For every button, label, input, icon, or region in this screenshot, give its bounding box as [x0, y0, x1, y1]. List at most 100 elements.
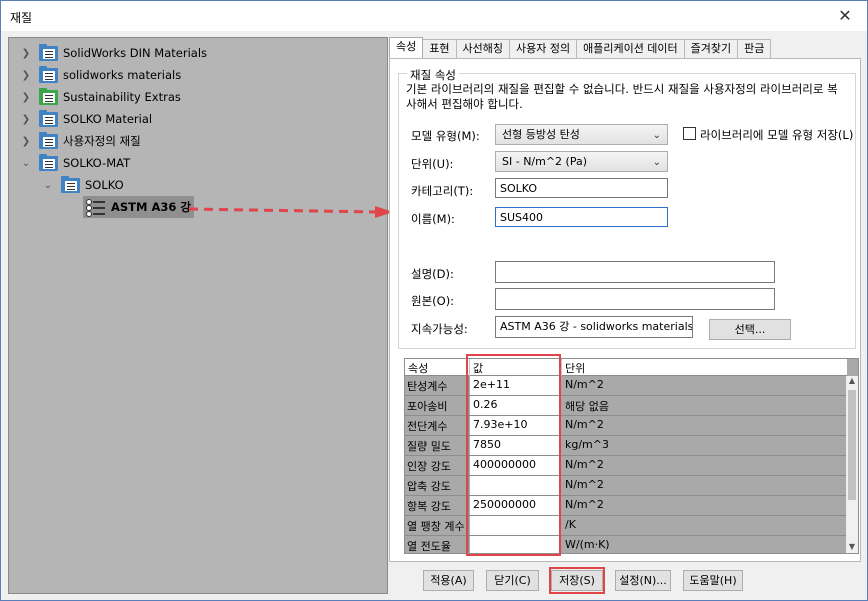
tab-custom[interactable]: 사용자 정의 — [508, 39, 578, 58]
category-label: 카테고리(T): — [411, 184, 474, 198]
scroll-thumb[interactable] — [848, 390, 856, 500]
material-list-icon — [86, 198, 106, 217]
description-label: 설명(D): — [411, 267, 454, 281]
material-tree: ❯ SolidWorks DIN Materials ❯ solidworks … — [8, 37, 388, 594]
save-model-type-checkbox[interactable] — [683, 127, 696, 140]
close-button[interactable]: 닫기(C) — [486, 570, 539, 591]
tree-item-solko-mat[interactable]: ⌄ SOLKO-MAT — [19, 152, 130, 174]
units-select[interactable]: SI - N/m^2 (Pa) ⌄ — [495, 151, 668, 172]
save-model-type-label: 라이브러리에 모델 유형 저장(L) — [700, 128, 854, 142]
properties-panel: 재질 속성 기본 라이브러리의 재질을 편집할 수 없습니다. 반드시 재질을 … — [389, 58, 861, 562]
source-label: 원본(O): — [411, 294, 455, 308]
library-folder-icon — [39, 65, 58, 84]
annotation-arrow — [188, 206, 393, 218]
units-value: SI - N/m^2 (Pa) — [502, 155, 588, 168]
row-property: 인장 강도 — [405, 456, 469, 475]
tree-item-label: 사용자정의 재질 — [63, 134, 141, 148]
tree-item-label: ASTM A36 강 — [111, 200, 191, 214]
chevron-right-icon[interactable]: ❯ — [19, 92, 33, 103]
row-unit: kg/m^3 — [565, 438, 609, 451]
row-property: 열 전도율 — [405, 536, 469, 553]
row-unit: 해당 없음 — [565, 400, 609, 413]
model-type-value: 선형 등방성 탄성 — [502, 128, 580, 141]
table-scrollbar[interactable]: ▲ ▼ — [846, 376, 858, 553]
tree-item-label: SOLKO Material — [63, 112, 153, 126]
apply-button[interactable]: 적용(A) — [423, 570, 474, 591]
tab-appearance[interactable]: 표현 — [422, 39, 457, 58]
tree-item-sustainability[interactable]: ❯ Sustainability Extras — [19, 86, 181, 108]
tree-item-astm-a36[interactable]: ASTM A36 강 — [83, 196, 194, 218]
tab-properties[interactable]: 속성 — [389, 37, 424, 58]
row-unit: N/m^2 — [565, 498, 604, 511]
tab-crosshatch[interactable]: 사선해칭 — [455, 39, 510, 58]
library-folder-icon — [39, 43, 58, 62]
description-field[interactable] — [495, 261, 775, 283]
help-button[interactable]: 도움말(H) — [683, 570, 743, 591]
tree-item-solko[interactable]: ⌄ SOLKO — [41, 174, 124, 196]
chevron-right-icon[interactable]: ❯ — [19, 70, 33, 81]
value-column-highlight — [466, 354, 561, 556]
row-property: 열 팽창 계수 — [405, 516, 469, 535]
chevron-down-icon: ⌄ — [652, 130, 661, 141]
units-label: 단위(U): — [411, 157, 454, 171]
tree-item-custom-materials[interactable]: ❯ 사용자정의 재질 — [19, 130, 141, 152]
selected-item[interactable]: ASTM A36 강 — [83, 196, 194, 218]
tree-item-solidworks-materials[interactable]: ❯ solidworks materials — [19, 64, 181, 86]
edit-note: 기본 라이브러리의 재질을 편집할 수 없습니다. 반드시 재질을 사용자정의 … — [406, 82, 838, 111]
category-field[interactable]: SOLKO — [495, 178, 668, 198]
chevron-right-icon[interactable]: ❯ — [19, 48, 33, 59]
chevron-right-icon[interactable]: ❯ — [19, 114, 33, 125]
save-button-highlight — [549, 567, 605, 594]
chevron-down-icon: ⌄ — [652, 157, 661, 168]
row-unit: N/m^2 — [565, 378, 604, 391]
tab-application-data[interactable]: 애플리케이션 데이터 — [576, 39, 685, 58]
row-unit: /K — [565, 518, 576, 531]
tree-item-solko-material[interactable]: ❯ SOLKO Material — [19, 108, 152, 130]
scroll-down-icon[interactable]: ▼ — [846, 542, 858, 553]
row-unit: N/m^2 — [565, 458, 604, 471]
sustainability-field[interactable]: ASTM A36 강 - solidworks materials : s — [495, 316, 693, 338]
tab-favorites[interactable]: 즐겨찾기 — [683, 39, 739, 58]
tree-item-label: solidworks materials — [63, 68, 182, 82]
material-properties-group: 재질 속성 기본 라이브러리의 재질을 편집할 수 없습니다. 반드시 재질을 … — [398, 67, 856, 349]
header-property[interactable]: 속성 — [405, 359, 470, 376]
chevron-right-icon[interactable]: ❯ — [19, 136, 33, 147]
row-unit: N/m^2 — [565, 478, 604, 491]
name-field[interactable]: SUS400 — [495, 207, 668, 227]
name-label: 이름(M): — [411, 212, 455, 226]
tree-item-label: Sustainability Extras — [63, 90, 181, 104]
source-field[interactable] — [495, 288, 775, 310]
row-property: 탄성계수 — [405, 376, 469, 395]
row-property: 압축 강도 — [405, 476, 469, 495]
select-button[interactable]: 선택... — [709, 319, 791, 340]
chevron-down-icon[interactable]: ⌄ — [41, 180, 55, 191]
tree-item-label: SOLKO-MAT — [63, 156, 131, 170]
library-folder-green-icon — [39, 87, 58, 106]
row-property: 항복 강도 — [405, 496, 469, 515]
folder-icon — [61, 175, 80, 194]
titlebar: 재질 ✕ — [1, 1, 867, 31]
settings-button[interactable]: 설정(N)... — [615, 570, 671, 591]
tab-sheet-metal[interactable]: 판금 — [737, 39, 772, 58]
row-unit: W/(m·K) — [565, 538, 610, 551]
sustainability-label: 지속가능성: — [411, 322, 468, 336]
tab-strip: 속성 표현 사선해칭 사용자 정의 애플리케이션 데이터 즐겨찾기 판금 — [389, 37, 772, 59]
tree-item-din-materials[interactable]: ❯ SolidWorks DIN Materials — [19, 42, 207, 64]
header-unit[interactable]: 단위 — [562, 359, 847, 376]
library-folder-icon — [39, 153, 58, 172]
material-dialog: 재질 ✕ ❯ SolidWorks DIN Materials ❯ solidw… — [0, 0, 868, 601]
chevron-down-icon[interactable]: ⌄ — [19, 158, 33, 169]
tree-item-label: SolidWorks DIN Materials — [63, 46, 208, 60]
row-property: 전단계수 — [405, 416, 469, 435]
row-property: 포아송비 — [405, 396, 469, 415]
close-icon[interactable]: ✕ — [823, 1, 867, 31]
window-title: 재질 — [10, 11, 33, 25]
scroll-up-icon[interactable]: ▲ — [846, 376, 858, 388]
tree-item-label: SOLKO — [85, 178, 124, 192]
library-folder-icon — [39, 131, 58, 150]
model-type-select[interactable]: 선형 등방성 탄성 ⌄ — [495, 124, 668, 145]
row-property: 질량 밀도 — [405, 436, 469, 455]
row-unit: N/m^2 — [565, 418, 604, 431]
model-type-label: 모델 유형(M): — [411, 129, 480, 143]
group-title: 재질 속성 — [407, 67, 459, 83]
